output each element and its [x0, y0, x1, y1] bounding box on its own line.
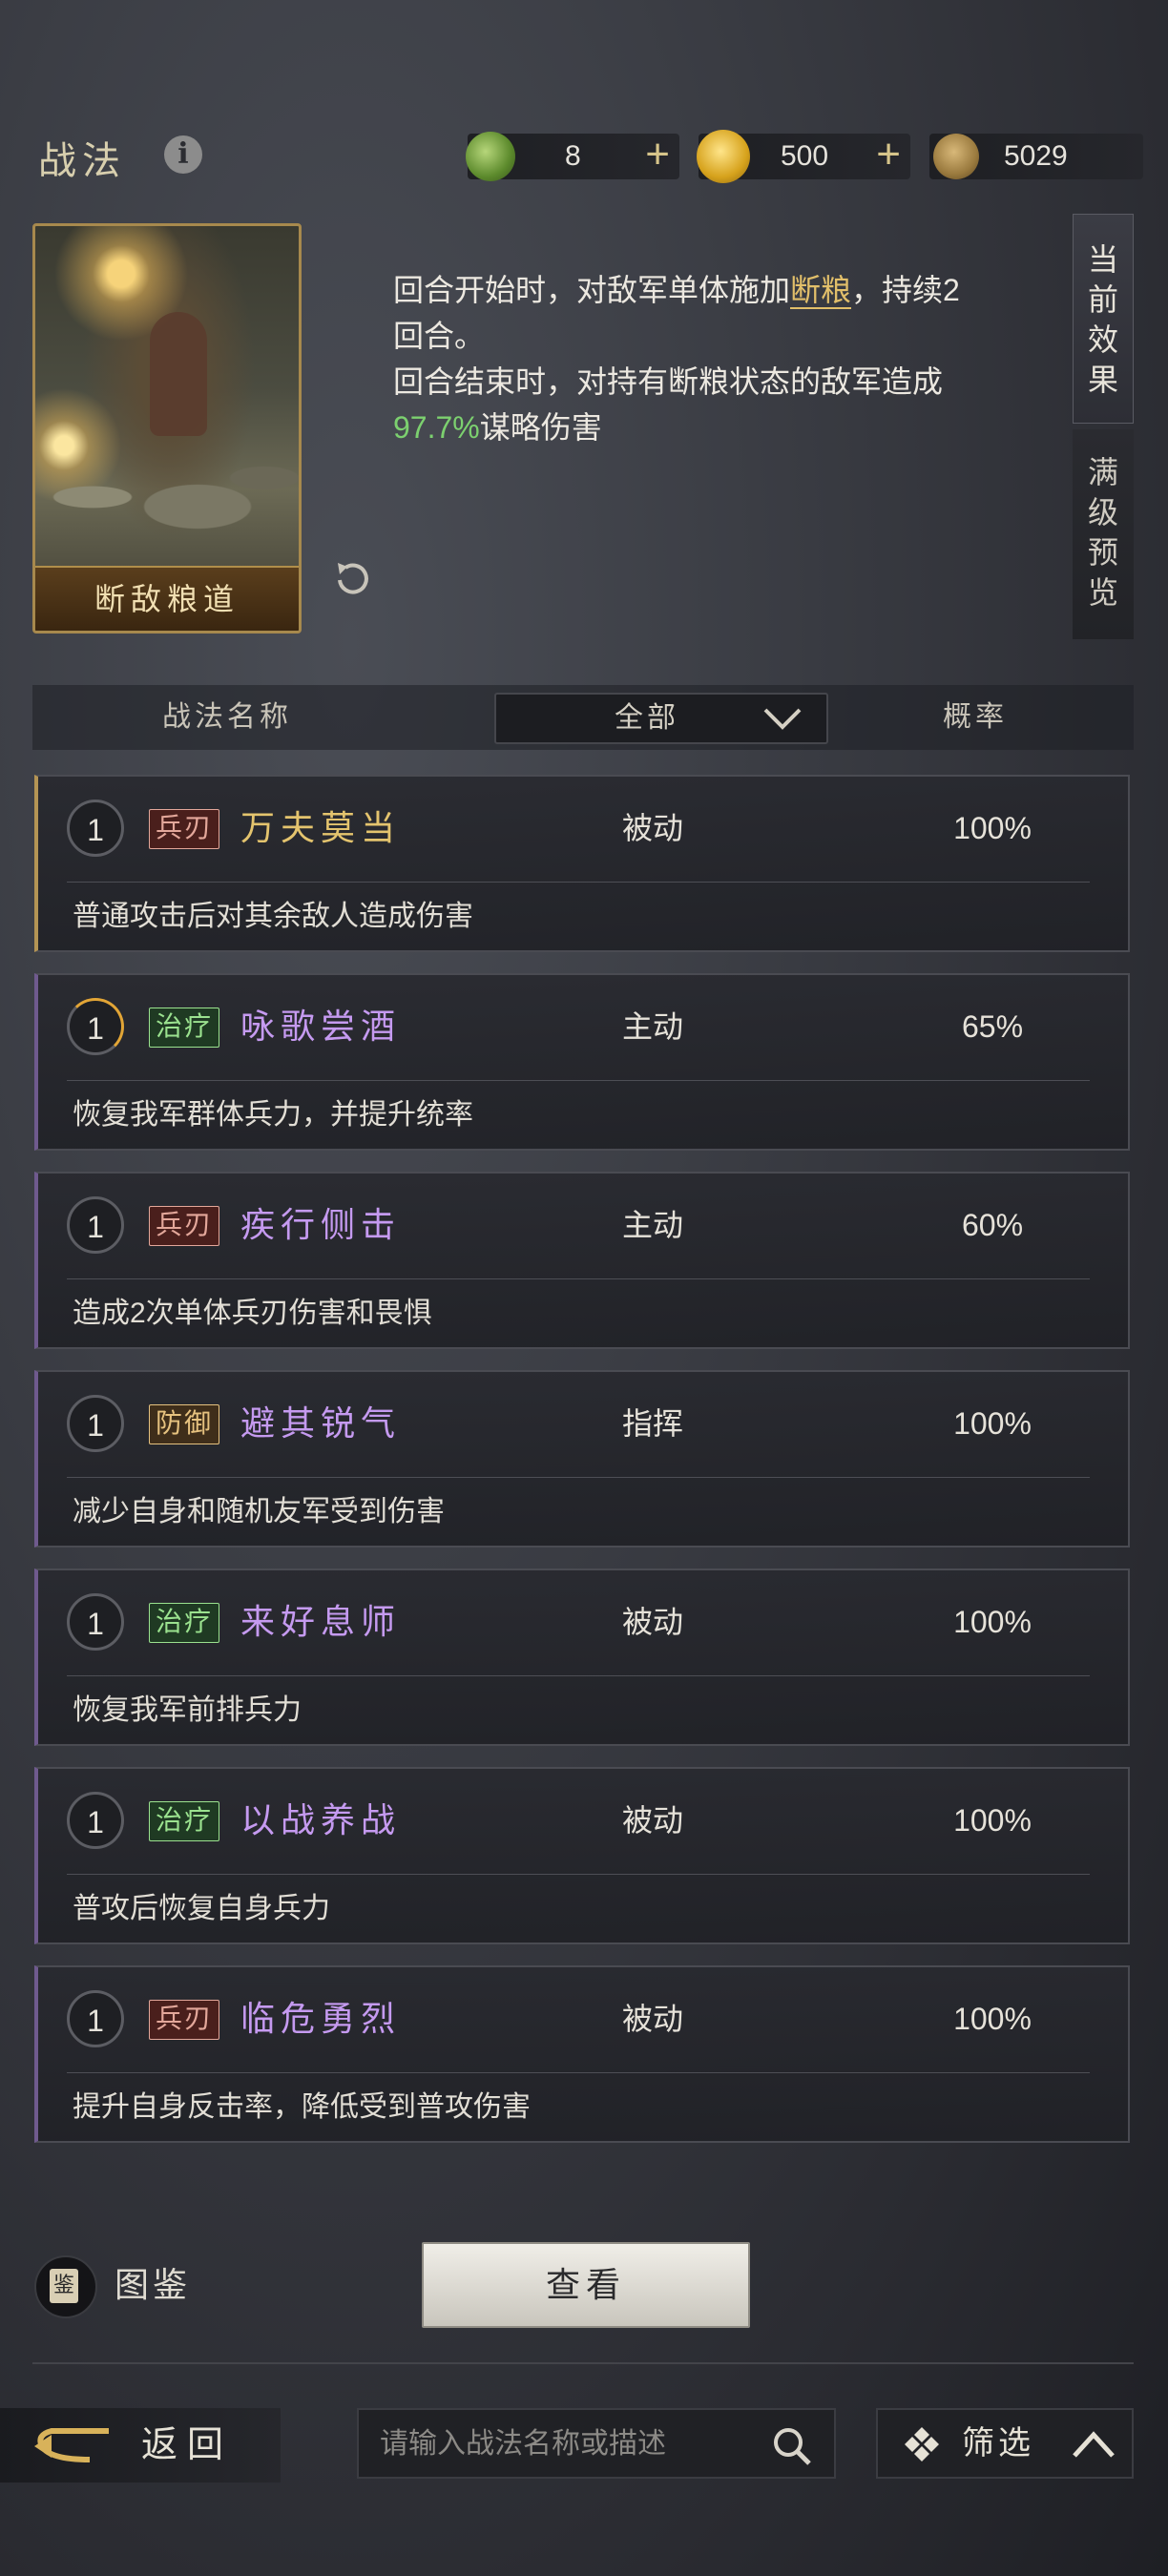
keyword-link[interactable]: 断粮: [790, 273, 852, 309]
level-badge: 1: [67, 800, 124, 857]
search-input[interactable]: [378, 2410, 744, 2479]
level-badge: 1: [67, 1196, 124, 1254]
row-divider: [67, 1874, 1090, 1875]
chevron-down-icon: [763, 708, 802, 730]
add-jade-button[interactable]: +: [645, 134, 670, 176]
gold-count: 500: [781, 140, 829, 172]
page-title: 战法: [38, 139, 126, 182]
skill-probability: 100%: [953, 811, 1032, 845]
skill-desc: 普通攻击后对其余敌人造成伤害: [73, 901, 473, 932]
chevron-up-icon: [1073, 2431, 1115, 2458]
category-tag: 防御: [149, 1404, 220, 1444]
add-gold-button[interactable]: +: [876, 134, 901, 176]
skill-name: 避其锐气: [240, 1404, 402, 1443]
skill-type: 被动: [622, 811, 684, 845]
row-divider: [67, 1477, 1090, 1478]
type-filter-dropdown[interactable]: 全部: [494, 693, 828, 744]
row-divider: [67, 1080, 1090, 1081]
search-box[interactable]: [357, 2408, 836, 2479]
refresh-icon[interactable]: [328, 555, 376, 603]
skill-probability: 100%: [953, 1406, 1032, 1441]
skill-row[interactable]: 1 治疗 来好息师 被动 100% 恢复我军前排兵力: [34, 1568, 1130, 1746]
back-button[interactable]: 返回: [0, 2408, 281, 2483]
tab-max-level-preview[interactable]: 满级预览: [1073, 429, 1134, 639]
level-badge: 1: [67, 1395, 124, 1452]
skill-name: 临危勇烈: [240, 2000, 402, 2038]
column-probability: 概率: [943, 701, 1008, 733]
damage-percent: 97.7%: [393, 410, 480, 445]
skill-name: 来好息师: [240, 1603, 402, 1641]
level-badge: 1: [67, 1593, 124, 1651]
category-tag: 兵刃: [149, 2000, 220, 2040]
skill-probability: 60%: [961, 1208, 1024, 1242]
skill-type: 被动: [622, 2002, 684, 2036]
info-icon[interactable]: i: [164, 135, 202, 174]
skill-row[interactable]: 1 兵刃 疾行侧击 主动 60% 造成2次单体兵刃伤害和畏惧: [34, 1172, 1130, 1349]
row-divider: [67, 1278, 1090, 1279]
level-badge: 1: [67, 998, 124, 1055]
level-badge: 1: [67, 1792, 124, 1849]
skill-card[interactable]: 断敌粮道: [32, 223, 302, 634]
skill-desc: 普攻后恢复自身兵力: [73, 1893, 330, 1924]
skill-probability: 100%: [953, 1803, 1032, 1838]
skill-type: 主动: [622, 1208, 684, 1242]
view-button[interactable]: 查看: [422, 2242, 750, 2328]
jade-coin-icon: [466, 132, 515, 181]
back-arrow-icon: [34, 2428, 109, 2462]
copper-resource: 5029: [929, 134, 1143, 179]
skill-row[interactable]: 1 兵刃 万夫莫当 被动 100% 普通攻击后对其余敌人造成伤害: [34, 775, 1130, 952]
skill-desc: 恢复我军群体兵力，并提升统率: [73, 1099, 473, 1131]
card-name: 断敌粮道: [35, 566, 299, 631]
copper-coin-icon: [933, 134, 979, 179]
skill-description: 回合开始时，对敌军单体施加断粮，持续2 回合。 回合结束时，对持有断粮状态的敌军…: [393, 273, 960, 445]
skill-type: 主动: [622, 1009, 684, 1044]
skill-probability: 100%: [953, 2002, 1032, 2036]
skill-name: 以战养战: [240, 1801, 402, 1839]
gold-coin-icon: [697, 130, 750, 183]
skill-type: 被动: [622, 1803, 684, 1838]
skill-desc: 提升自身反击率，降低受到普攻伤害: [73, 2091, 531, 2123]
skill-probability: 100%: [953, 1605, 1032, 1639]
filter-button[interactable]: 筛选: [876, 2408, 1134, 2479]
row-divider: [67, 2072, 1090, 2073]
skill-probability: 65%: [961, 1009, 1024, 1044]
filter-diamond-icon: [905, 2427, 939, 2462]
skill-name: 疾行侧击: [240, 1206, 402, 1244]
skill-row[interactable]: 1 治疗 以战养战 被动 100% 普攻后恢复自身兵力: [34, 1767, 1130, 1944]
skill-desc: 减少自身和随机友军受到伤害: [73, 1496, 445, 1527]
codex-label[interactable]: 图鉴: [115, 2261, 191, 2309]
category-tag: 兵刃: [149, 809, 220, 849]
bottom-divider: [32, 2362, 1134, 2364]
jade-resource: 8 +: [466, 132, 679, 181]
skill-type: 被动: [622, 1605, 684, 1639]
row-divider: [67, 1675, 1090, 1676]
card-figure: [150, 312, 207, 436]
skill-type: 指挥: [622, 1406, 684, 1441]
card-art: [35, 440, 299, 554]
category-tag: 兵刃: [149, 1206, 220, 1246]
column-name: 战法名称: [162, 701, 292, 733]
skill-row[interactable]: 1 治疗 咏歌尝酒 主动 65% 恢复我军群体兵力，并提升统率: [34, 973, 1130, 1151]
category-tag: 治疗: [149, 1603, 220, 1643]
skill-desc: 造成2次单体兵刃伤害和畏惧: [73, 1298, 432, 1329]
search-icon[interactable]: [771, 2425, 813, 2467]
tab-current-effect[interactable]: 当前效果: [1073, 214, 1134, 424]
skill-row[interactable]: 1 兵刃 临危勇烈 被动 100% 提升自身反击率，降低受到普攻伤害: [34, 1965, 1130, 2143]
skill-row[interactable]: 1 防御 避其锐气 指挥 100% 减少自身和随机友军受到伤害: [34, 1370, 1130, 1548]
gold-resource: 500 +: [697, 130, 910, 183]
row-divider: [67, 882, 1090, 883]
category-tag: 治疗: [149, 1801, 220, 1841]
skill-desc: 恢复我军前排兵力: [73, 1694, 302, 1726]
jade-count: 8: [565, 140, 581, 172]
level-badge: 1: [67, 1990, 124, 2047]
skill-name: 咏歌尝酒: [240, 1008, 402, 1046]
skill-name: 万夫莫当: [240, 809, 402, 847]
copper-count: 5029: [1004, 140, 1068, 172]
category-tag: 治疗: [149, 1008, 220, 1048]
codex-icon[interactable]: 鉴: [34, 2255, 97, 2318]
